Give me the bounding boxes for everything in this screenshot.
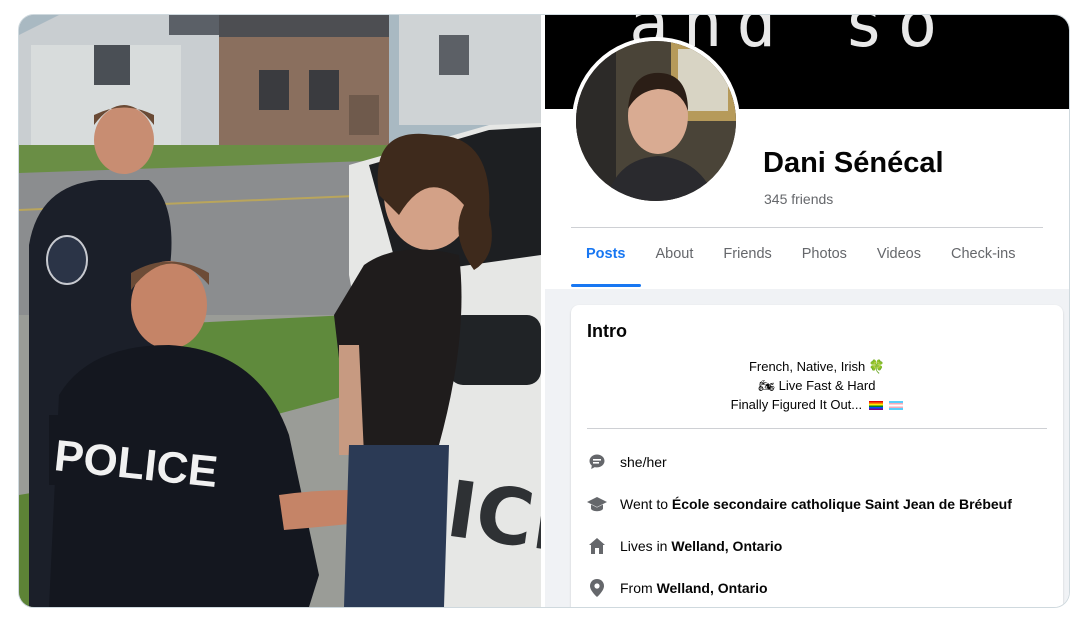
location-pin-icon: [587, 578, 607, 598]
education-prefix: Went to: [620, 496, 672, 512]
from-prefix: From: [620, 580, 657, 596]
intro-bio: French, Native, Irish 🍀 🏍 Live Fast & Ha…: [571, 357, 1063, 414]
intro-title: Intro: [587, 321, 627, 341]
education-school-link[interactable]: École secondaire catholique Saint Jean d…: [672, 496, 1012, 512]
tab-photos[interactable]: Photos: [787, 243, 862, 283]
tweet-media-card[interactable]: ICE POLICE and so Dani Sénécal 345 frien…: [18, 14, 1070, 608]
pronouns-row: she/her: [587, 452, 667, 472]
from-link[interactable]: Welland, Ontario: [657, 580, 768, 596]
avatar-illustration: [576, 41, 736, 201]
tab-about[interactable]: About: [641, 243, 709, 283]
arrest-photo-illustration: ICE POLICE: [19, 15, 541, 607]
chat-bubble-icon: [587, 452, 607, 472]
header-divider: [571, 227, 1043, 228]
bio-line-3: Finally Figured It Out...: [730, 397, 863, 412]
tab-posts[interactable]: Posts: [571, 243, 641, 287]
arrest-photo[interactable]: ICE POLICE: [19, 15, 541, 607]
profile-name[interactable]: Dani Sénécal: [763, 147, 944, 180]
tab-friends[interactable]: Friends: [708, 243, 786, 283]
pronouns-text: she/her: [620, 454, 667, 470]
facebook-profile-screenshot: and so Dani Sénécal 345 friends Posts Ab…: [545, 15, 1069, 607]
profile-tabs: Posts About Friends Photos Videos Check-…: [571, 243, 1030, 287]
profile-avatar[interactable]: [572, 37, 740, 205]
education-row[interactable]: Went to École secondaire catholique Sain…: [587, 494, 1012, 514]
tab-check-ins[interactable]: Check-ins: [936, 243, 1030, 283]
intro-card: Intro French, Native, Irish 🍀 🏍 Live Fas…: [571, 305, 1063, 607]
house-icon: [587, 536, 607, 556]
tab-videos[interactable]: Videos: [862, 243, 936, 283]
motorcycle-emoji: 🏍: [758, 378, 776, 393]
bio-line-3-wrap: Finally Figured It Out...: [571, 395, 1063, 414]
intro-divider: [587, 428, 1047, 429]
bio-line-1: French, Native, Irish 🍀: [748, 359, 886, 374]
pride-flag-icon: [868, 401, 883, 411]
bio-line-2-wrap: 🏍 Live Fast & Hard: [571, 376, 1063, 395]
lives-prefix: Lives in: [620, 538, 672, 554]
friends-count[interactable]: 345 friends: [764, 191, 833, 207]
lives-in-link[interactable]: Welland, Ontario: [671, 538, 782, 554]
from-row[interactable]: From Welland, Ontario: [587, 578, 768, 598]
lives-in-row[interactable]: Lives in Welland, Ontario: [587, 536, 782, 556]
graduation-cap-icon: [587, 494, 607, 514]
trans-flag-icon: [889, 401, 904, 411]
bio-line-2: Live Fast & Hard: [778, 378, 876, 393]
